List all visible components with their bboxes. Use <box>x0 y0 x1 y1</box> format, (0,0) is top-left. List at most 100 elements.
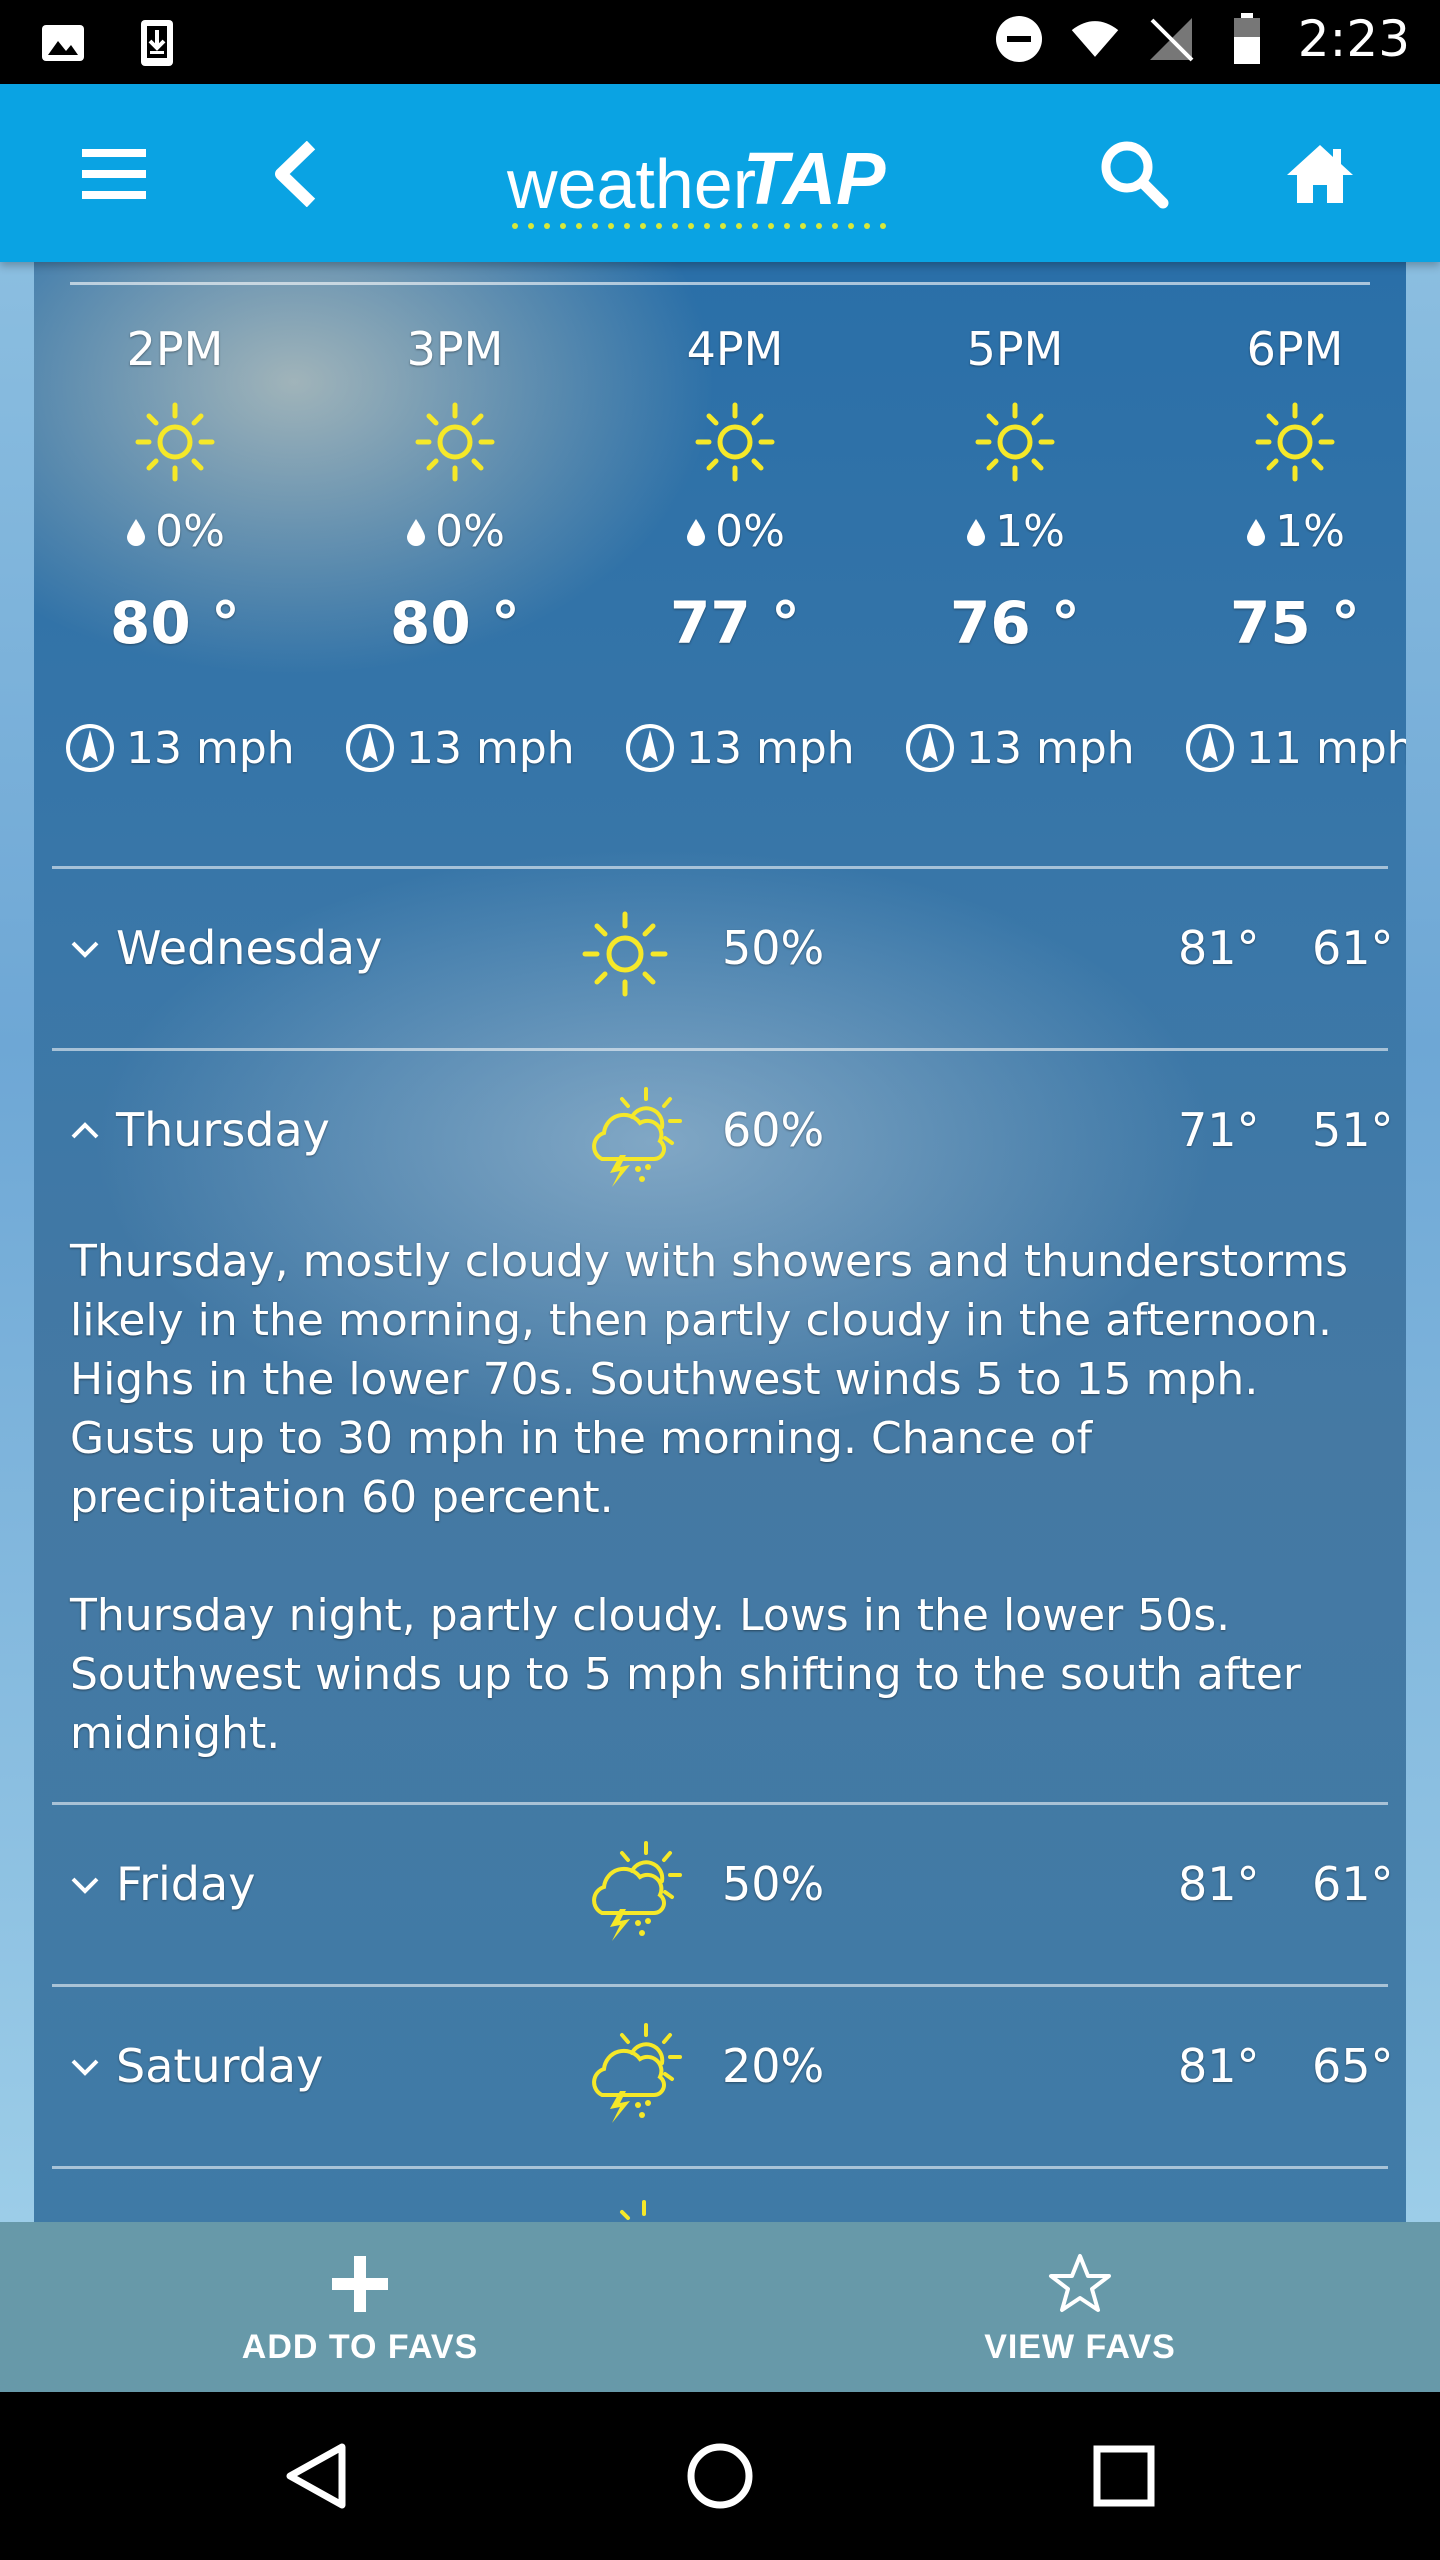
hour-temp: 77 ° <box>670 589 800 657</box>
sun-icon <box>582 911 668 997</box>
gallery-notification-icon <box>38 18 88 68</box>
search-button[interactable] <box>1084 124 1184 224</box>
raindrop-icon <box>407 518 426 546</box>
day-row-friday[interactable]: Friday 50% 81° 61° <box>34 1805 1406 1985</box>
nav-back-button[interactable] <box>266 2426 366 2526</box>
wind-direction-icon <box>1186 724 1234 772</box>
day-precip: 60% <box>722 1103 825 1157</box>
hour-precip-value: 0% <box>435 506 505 557</box>
hour-precip-value: 0% <box>155 506 225 557</box>
hour-wind: 13 mph <box>344 722 575 774</box>
wind-direction-icon <box>906 724 954 772</box>
raindrop-icon <box>687 518 706 546</box>
hamburger-icon <box>82 149 146 199</box>
view-favs-button[interactable]: VIEW FAVS <box>720 2222 1440 2392</box>
nav-home-button[interactable] <box>670 2426 770 2526</box>
sun-icon <box>135 402 215 482</box>
nav-recents-button[interactable] <box>1074 2426 1174 2526</box>
day-high: 81° <box>1178 1857 1260 1911</box>
logo-text-light: weather <box>506 145 756 223</box>
raindrop-icon <box>127 518 146 546</box>
chevron-down-icon <box>71 941 99 958</box>
day-row-wednesday[interactable]: Wednesday 50% 81° 61° <box>34 869 1406 1049</box>
day-row-thursday[interactable]: Thursday 60% 71° 51° <box>34 1051 1406 1231</box>
hour-wind: 13 mph <box>624 722 855 774</box>
day-high: 81° <box>1178 2039 1260 2093</box>
download-notification-icon <box>132 18 182 68</box>
chevron-up-icon <box>71 1122 99 1139</box>
clock: 2:23 <box>1297 10 1410 68</box>
thunderstorm-icon <box>592 1841 682 1941</box>
hour-precip-value: 1% <box>995 506 1065 557</box>
home-icon <box>1287 145 1353 203</box>
hourly-column: 5PM 1% 76 ° <box>895 322 1135 657</box>
raindrop-icon <box>1247 518 1266 546</box>
sun-icon <box>1255 402 1335 482</box>
hourly-column: 4PM 0% 77 ° <box>615 322 855 657</box>
hour-time: 5PM <box>966 322 1064 376</box>
search-icon <box>1101 141 1169 209</box>
hour-time: 2PM <box>126 322 224 376</box>
weathertap-logo: weather TAP <box>505 126 905 236</box>
wind-direction-icon <box>66 724 114 772</box>
app-bar: weather TAP <box>0 84 1440 262</box>
sun-icon <box>415 402 495 482</box>
add-to-favs-button[interactable]: ADD TO FAVS <box>0 2222 720 2392</box>
hour-wind: 13 mph <box>64 722 295 774</box>
hour-wind: 11 mph <box>1184 722 1406 774</box>
day-precip: 20% <box>722 2039 825 2093</box>
favorites-bar: ADD TO FAVS VIEW FAVS <box>0 2222 1440 2392</box>
battery-icon <box>1222 13 1272 64</box>
day-precip: 50% <box>722 921 825 975</box>
detail-day-paragraph: Thursday, mostly cloudy with showers and… <box>70 1236 1349 1523</box>
circle-home-icon <box>687 2443 753 2509</box>
hour-wind-value: 11 mph <box>1246 722 1406 774</box>
sun-icon <box>695 402 775 482</box>
hour-temp: 80 ° <box>110 589 240 657</box>
day-low: 61° <box>1312 921 1394 975</box>
day-name: Saturday <box>116 2039 324 2093</box>
add-to-favs-label: ADD TO FAVS <box>241 2328 479 2366</box>
chevron-down-icon <box>71 1877 99 1894</box>
hour-wind-value: 13 mph <box>686 722 855 774</box>
hour-temp: 75 ° <box>1230 589 1360 657</box>
day-low: 65° <box>1312 2039 1394 2093</box>
hourly-column: 3PM 0% 80 ° <box>335 322 575 657</box>
view-favs-label: VIEW FAVS <box>984 2328 1176 2366</box>
back-button[interactable] <box>246 124 346 224</box>
chevron-down-icon <box>71 2059 99 2076</box>
day-low: 61° <box>1312 1857 1394 1911</box>
hour-wind-value: 13 mph <box>406 722 575 774</box>
star-icon <box>1049 2254 1111 2312</box>
thunderstorm-icon <box>592 1087 682 1187</box>
square-recents-icon <box>1093 2445 1155 2507</box>
detail-night-paragraph: Thursday night, partly cloudy. Lows in t… <box>70 1590 1301 1759</box>
forecast-panel[interactable]: 2PM 0% 80 ° 3PM 0% 80 ° 4PM 0% 77 ° 5PM … <box>34 262 1406 2222</box>
hour-time: 3PM <box>406 322 504 376</box>
home-button[interactable] <box>1270 124 1370 224</box>
panel-top-divider <box>70 282 1370 285</box>
wind-direction-icon <box>346 724 394 772</box>
day-name: Wednesday <box>116 921 383 975</box>
day-high: 81° <box>1178 921 1260 975</box>
triangle-back-icon <box>286 2443 346 2509</box>
hour-temp: 80 ° <box>390 589 520 657</box>
sun-icon <box>975 402 1055 482</box>
day-row-saturday[interactable]: Saturday 20% 81° 65° <box>34 1987 1406 2167</box>
hour-precip-value: 1% <box>1275 506 1345 557</box>
hourly-column: 6PM 1% 75 ° <box>1175 322 1406 657</box>
hour-precip-value: 0% <box>715 506 785 557</box>
day-low: 51° <box>1312 1103 1394 1157</box>
hour-temp: 76 ° <box>950 589 1080 657</box>
thunderstorm-icon <box>592 2023 682 2123</box>
day-name: Friday <box>116 1857 256 1911</box>
menu-button[interactable] <box>64 124 164 224</box>
logo-text-bold: TAP <box>743 137 886 220</box>
wifi-icon <box>1070 14 1120 64</box>
hour-wind-value: 13 mph <box>966 722 1135 774</box>
do-not-disturb-icon <box>994 14 1044 64</box>
raindrop-icon <box>967 518 986 546</box>
day-high: 71° <box>1178 1103 1260 1157</box>
day-name: Thursday <box>116 1103 330 1157</box>
hour-wind-value: 13 mph <box>126 722 295 774</box>
